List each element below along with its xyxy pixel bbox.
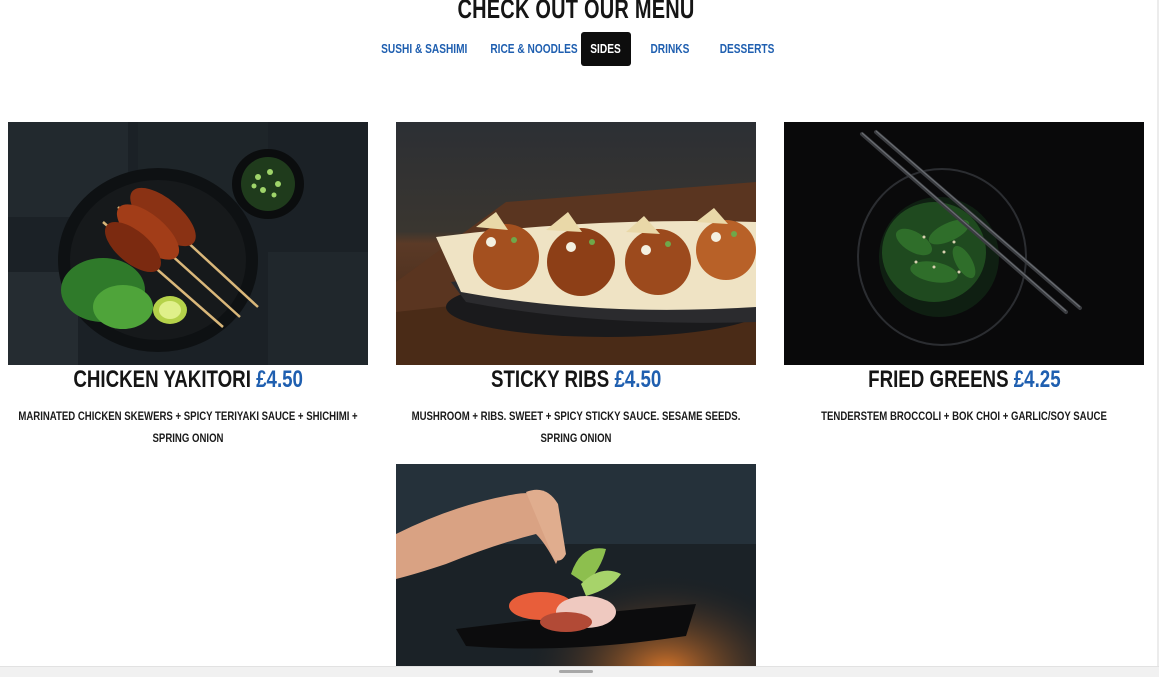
menu-category-tabs: SUSHI & SASHIMI RICE & NOODLES SIDES DRI… <box>0 32 1152 68</box>
greens-bowl-image <box>784 122 1144 365</box>
item-name: STICKY RIBS <box>490 366 610 393</box>
tab-sides[interactable]: SIDES <box>581 32 631 66</box>
item-name: CHICKEN YAKITORI <box>73 366 251 393</box>
item-price: £4.50 <box>255 366 303 393</box>
takoyaki-image <box>396 122 756 365</box>
tab-rice-noodles[interactable]: RICE & NOODLES <box>478 32 577 66</box>
item-price: £4.25 <box>1013 366 1061 393</box>
item-description: TENDERSTEM BROCCOLI + BOK CHOI + GARLIC/… <box>821 409 1107 423</box>
item-description: MUSHROOM + RIBS. SWEET + SPICY STICKY SA… <box>411 409 741 445</box>
chicken-skewers-image <box>8 122 368 365</box>
tab-desserts[interactable]: DESSERTS <box>712 32 776 66</box>
horizontal-scrollbar[interactable] <box>0 666 1159 677</box>
hand-plating-image <box>396 464 756 666</box>
sticky-ribs-photo[interactable] <box>396 122 756 365</box>
scrollbar-thumb[interactable] <box>559 670 593 673</box>
menu-item-sticky-ribs: STICKY RIBS £4.50 MUSHROOM + RIBS. SWEET… <box>396 122 756 452</box>
item-title: FRIED GREENS £4.25 <box>784 366 1144 394</box>
menu-item-chicken-yakitori: CHICKEN YAKITORI £4.50 MARINATED CHICKEN… <box>8 122 368 452</box>
menu-page: CHECK OUT OUR MENU SUSHI & SASHIMI RICE … <box>0 0 1159 677</box>
item-title: CHICKEN YAKITORI £4.50 <box>8 366 368 394</box>
chicken-yakitori-photo[interactable] <box>8 122 368 365</box>
item-name: FRIED GREENS <box>867 366 1009 393</box>
menu-item-sashimi-plating <box>396 464 756 666</box>
menu-item-fried-greens: FRIED GREENS £4.25 TENDERSTEM BROCCOLI +… <box>784 122 1144 452</box>
menu-heading: CHECK OUT OUR MENU <box>457 0 695 24</box>
sashimi-plating-photo[interactable] <box>396 464 756 666</box>
item-price: £4.50 <box>614 366 662 393</box>
tab-drinks[interactable]: DRINKS <box>645 32 695 66</box>
item-title: STICKY RIBS £4.50 <box>396 366 756 394</box>
item-description: MARINATED CHICKEN SKEWERS + SPICY TERIYA… <box>18 409 358 445</box>
fried-greens-photo[interactable] <box>784 122 1144 365</box>
tab-sushi-sashimi[interactable]: SUSHI & SASHIMI <box>369 32 467 66</box>
